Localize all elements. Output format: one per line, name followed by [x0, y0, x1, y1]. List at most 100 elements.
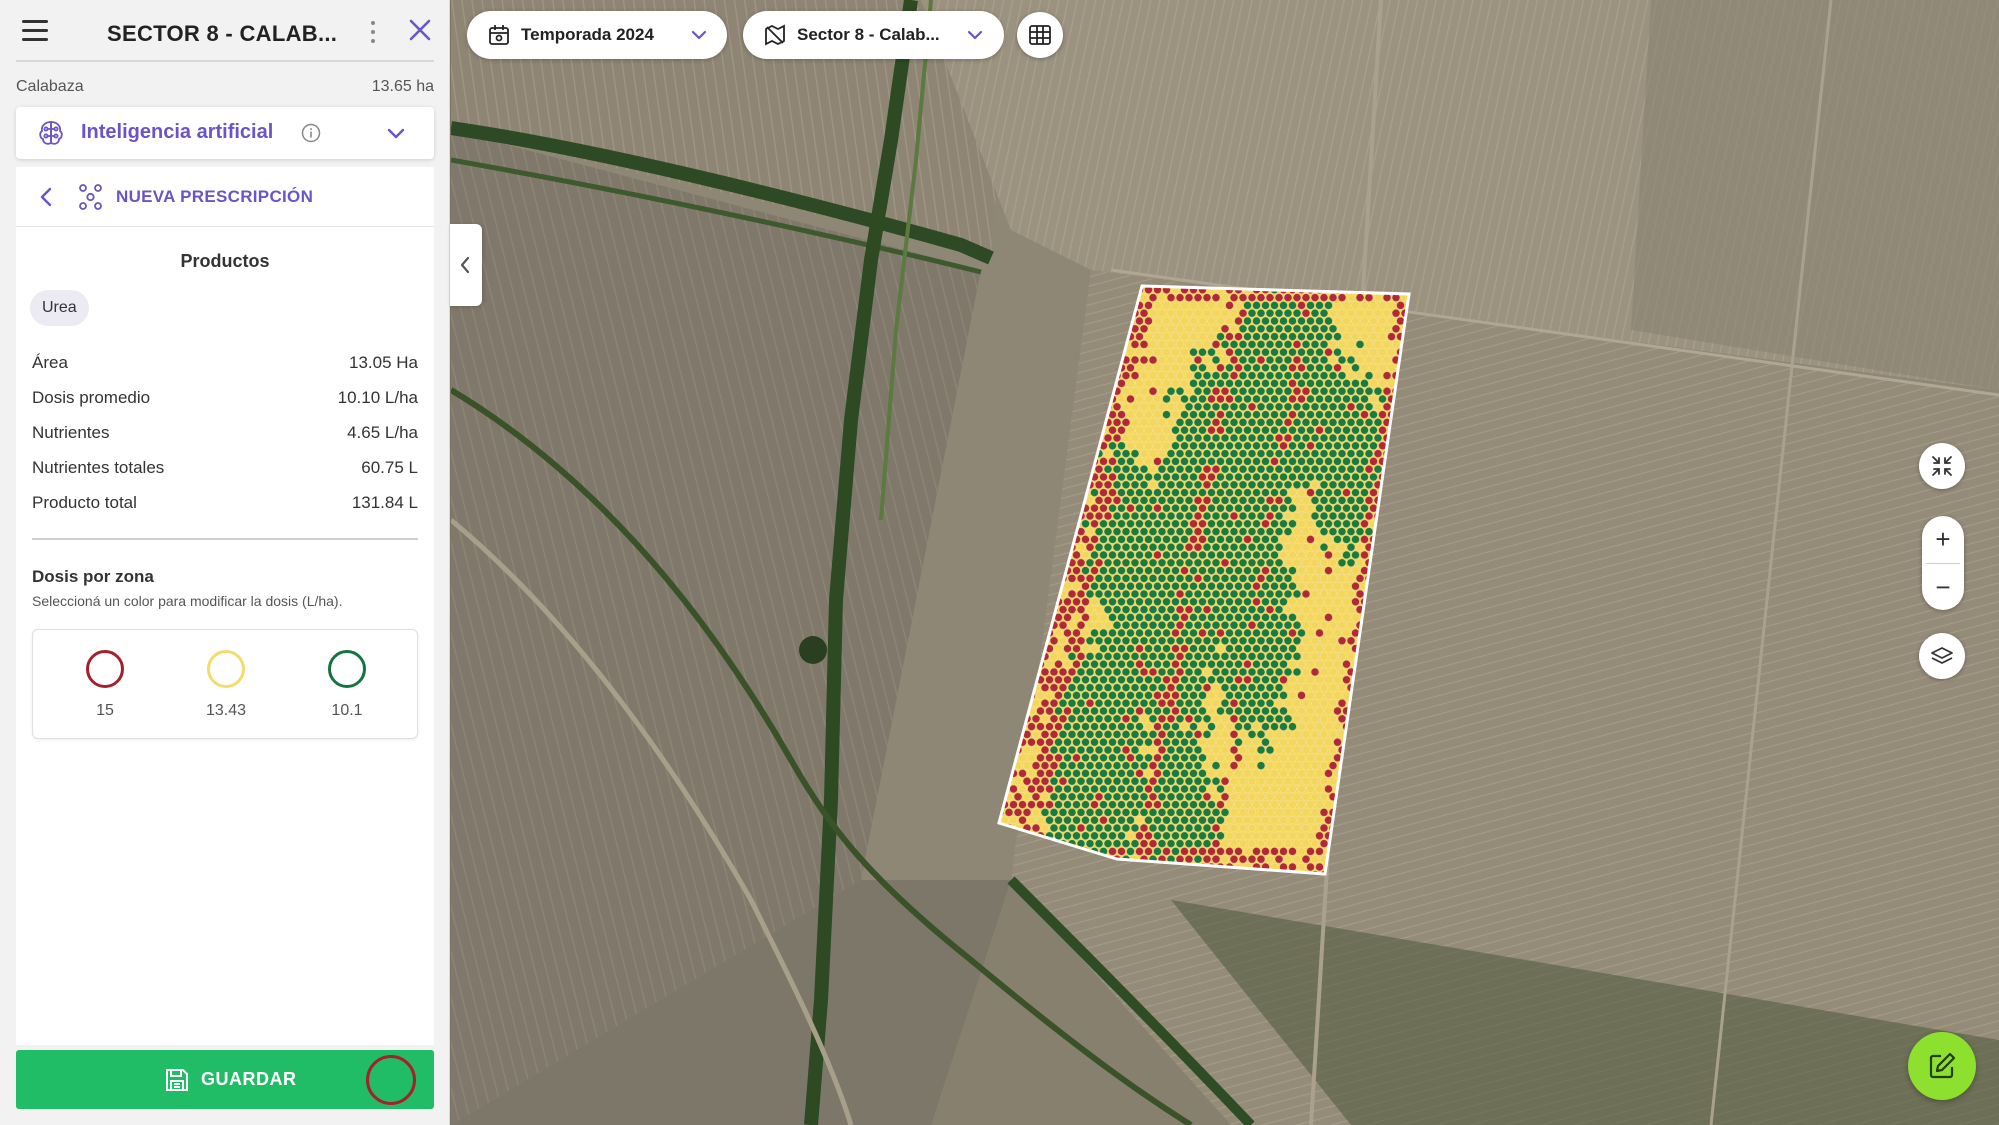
zone-hex-cell	[1247, 761, 1257, 770]
table-view-button[interactable]	[1017, 12, 1063, 58]
zone-hex-cell	[1153, 628, 1162, 638]
zone-hex-cell	[1040, 808, 1050, 817]
zone-hex-cell	[1288, 301, 1297, 310]
hamburger-icon[interactable]	[20, 18, 50, 42]
zone-hex-cell	[1310, 683, 1320, 692]
zone-hex-cell	[1013, 776, 1023, 786]
season-selector[interactable]: Temporada 2024	[467, 11, 727, 59]
zone-hex-cell	[1153, 519, 1162, 528]
info-icon[interactable]	[301, 123, 321, 143]
zone-hex-cell	[1382, 776, 1392, 786]
field-selector[interactable]: Sector 8 - Calab...	[743, 11, 1004, 59]
zone-hex-cell	[1153, 394, 1162, 404]
zone-hex-cell	[1094, 371, 1104, 380]
zone-hex-cell	[1189, 815, 1198, 825]
zone-hex-cell	[987, 871, 995, 879]
zone-hex-cell	[1202, 839, 1212, 848]
zone-hex-cell	[1364, 340, 1374, 349]
zone-hex-cell	[1265, 340, 1275, 349]
zone-hex-cell	[1081, 737, 1090, 747]
zone-hex-cell	[1121, 309, 1131, 318]
edit-button[interactable]	[1908, 1032, 1976, 1100]
zone-hex-cell	[1162, 722, 1171, 731]
map-view[interactable]	[451, 0, 1999, 1125]
zone-hex-cell	[1274, 730, 1284, 739]
zone-hex-cell	[1342, 566, 1351, 575]
zoom-in-button[interactable]: +	[1922, 516, 1964, 562]
zone-hex-cell	[1040, 480, 1050, 489]
save-button[interactable]: GUARDAR	[16, 1050, 434, 1109]
zone-hex-cell	[1148, 465, 1158, 474]
zone-hex-cell	[1054, 800, 1063, 809]
zone-hex-cell	[1018, 441, 1027, 450]
ai-dropdown[interactable]: Inteligencia artificial	[16, 107, 434, 159]
zone-hex-cell	[1144, 441, 1153, 450]
zone-hex-cell	[1193, 761, 1203, 770]
zone-hex-cell	[1306, 737, 1315, 747]
zone-hex-cell	[1139, 792, 1149, 801]
zone-hex-cell	[1175, 542, 1185, 552]
zone-hex-cell	[1144, 737, 1153, 747]
zone-hex-cell	[1112, 574, 1122, 583]
zone-hex-cell	[1171, 675, 1180, 684]
zone-hex-cell	[1099, 348, 1108, 357]
zone-hex-cell	[1225, 691, 1234, 700]
zone-hex-cell	[1049, 293, 1059, 302]
zone-hex-cell	[1202, 854, 1212, 864]
zone-hex-cell	[1004, 496, 1014, 505]
zone-hex-cell	[1022, 558, 1032, 567]
recenter-button[interactable]	[1919, 443, 1965, 489]
zone-hex-cell	[1261, 644, 1270, 653]
zone-hex-cell	[1234, 800, 1243, 809]
zone-hex-cell	[1013, 870, 1023, 874]
zone-hex-cell	[1193, 418, 1203, 427]
zone-hex-cell	[1202, 605, 1212, 614]
zone-hex-cell	[1180, 332, 1189, 341]
zone-hex-cell	[1207, 519, 1216, 528]
back-icon[interactable]	[36, 185, 56, 209]
more-options-icon[interactable]	[368, 20, 378, 44]
zone-hex-cell	[1000, 862, 1009, 872]
zone-hex-cell	[1036, 379, 1045, 388]
zone-hex-cell	[1135, 753, 1144, 762]
zone-hex-cell	[1238, 293, 1248, 302]
zone-hex-cell	[1351, 597, 1360, 606]
prescription-map[interactable]	[451, 0, 1999, 1125]
zone-hex-cell	[999, 324, 1005, 333]
zone-hex-cell	[1328, 558, 1338, 567]
zone-hex-cell	[1342, 644, 1351, 653]
zone-hex-cell	[1319, 620, 1329, 630]
zone-hex-cell	[1148, 776, 1158, 786]
zone-hex-cell	[1256, 574, 1266, 583]
zone-hex-cell	[1310, 542, 1320, 552]
zone-hex-cell	[1247, 402, 1257, 411]
zone-hex-cell	[1171, 644, 1180, 653]
collapse-sidebar-button[interactable]	[450, 224, 482, 306]
zone-hex-cell	[1315, 566, 1324, 575]
zone-hex-cell	[1054, 722, 1063, 731]
close-icon[interactable]	[406, 16, 434, 44]
zone-hex-cell	[1216, 831, 1225, 840]
zone-hex-cell	[1157, 418, 1167, 427]
zone-green[interactable]: 10.1	[307, 650, 387, 720]
zone-hex-cell	[1049, 870, 1059, 874]
zoom-out-button[interactable]: −	[1922, 564, 1964, 610]
zone-red[interactable]: 15	[65, 650, 145, 720]
zone-yellow[interactable]: 13.43	[186, 650, 266, 720]
zone-hex-cell	[987, 777, 995, 785]
zone-hex-cell	[1301, 387, 1311, 396]
zone-hex-cell	[1081, 675, 1090, 684]
zone-hex-cell	[987, 606, 995, 614]
zone-hex-cell	[1265, 480, 1275, 489]
zone-hex-cell	[1090, 519, 1099, 528]
zone-hex-cell	[1004, 558, 1014, 567]
zone-hex-cell	[1018, 332, 1027, 341]
product-chip[interactable]: Urea	[30, 290, 89, 326]
zone-hex-cell	[1234, 472, 1243, 482]
zone-hex-cell	[1162, 815, 1171, 825]
zone-hex-cell	[1364, 714, 1374, 723]
zone-hex-cell	[1013, 839, 1023, 848]
zone-hex-cell	[999, 286, 1005, 287]
layers-button[interactable]	[1919, 633, 1965, 679]
zone-hex-cell	[1310, 293, 1320, 302]
